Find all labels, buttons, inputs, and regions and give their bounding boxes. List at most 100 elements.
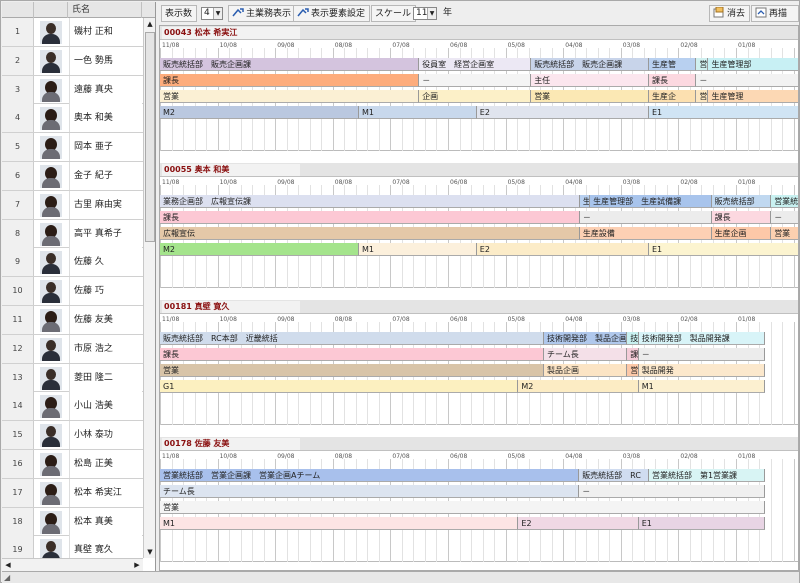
person-row[interactable]: 3 遠藤 真央 xyxy=(2,75,143,105)
display-settings-button[interactable]: 表示要素設定 xyxy=(293,5,371,22)
timeline-segment[interactable]: M2 xyxy=(160,106,360,119)
timeline-segment[interactable]: M2 xyxy=(160,243,360,256)
block-title[interactable]: 00181 真壁 寛久 xyxy=(162,301,300,313)
timeline-segment[interactable]: 生産管理 xyxy=(708,90,798,103)
timeline-segment[interactable]: M2 xyxy=(518,380,639,393)
scroll-up-icon[interactable]: ▲ xyxy=(144,18,155,30)
person-row[interactable]: 7 古里 麻由実 xyxy=(2,190,143,220)
timeline-segment[interactable]: 課長 xyxy=(160,74,420,87)
timeline-segment[interactable]: 販売統括部 販売企画課 xyxy=(531,58,649,71)
person-name: 佐藤 友美 xyxy=(69,305,142,334)
horizontal-scrollbar[interactable]: ◀ ▶ xyxy=(2,558,143,571)
person-row[interactable]: 5 岡本 亜子 xyxy=(2,133,143,162)
timeline-segment[interactable]: 課長 xyxy=(648,74,697,87)
timeline-segment[interactable]: － xyxy=(579,485,765,498)
timeline-segment[interactable]: 販売統括部 RC本部 近畿統括 xyxy=(160,332,544,345)
display-count-select[interactable]: 4 ▼ xyxy=(201,7,223,20)
person-row[interactable]: 14 小山 浩美 xyxy=(2,392,143,422)
timeline-segment[interactable]: E1 xyxy=(648,106,798,119)
person-row[interactable]: 13 菱田 隆二 xyxy=(2,363,143,393)
timeline-segment[interactable]: 生産企 xyxy=(648,90,697,103)
person-row[interactable]: 9 佐藤 久 xyxy=(2,248,143,278)
person-row[interactable]: 12 市原 浩之 xyxy=(2,334,143,364)
timeline-segment[interactable]: 生産管 xyxy=(648,58,697,71)
timeline-segment[interactable]: 課 xyxy=(627,348,639,361)
timeline-segment[interactable]: 営 xyxy=(627,364,639,377)
timeline-segment[interactable]: 生産企画 xyxy=(711,227,772,240)
scroll-left-icon[interactable]: ◀ xyxy=(2,559,14,571)
timeline-segment[interactable]: － xyxy=(579,211,712,224)
person-row[interactable]: 18 松本 真美 xyxy=(2,507,143,537)
timeline-segment[interactable]: 営業 xyxy=(160,90,420,103)
person-row[interactable]: 4 奥本 和美 xyxy=(2,104,143,134)
person-row[interactable]: 11 佐藤 友美 xyxy=(2,305,143,335)
person-row[interactable]: 1 磯村 正和 xyxy=(2,18,143,47)
timeline-segment[interactable]: 営業統括部 第1営業課 xyxy=(648,469,765,482)
timeline-segment[interactable]: 販売統括部 販売企画課 xyxy=(160,58,420,71)
scroll-thumb[interactable] xyxy=(145,32,155,242)
timeline-segment[interactable]: 生産設備 xyxy=(579,227,712,240)
timeline-segment[interactable]: E2 xyxy=(476,243,649,256)
block-title[interactable]: 00055 奥本 和美 xyxy=(162,164,300,176)
person-row[interactable]: 17 松本 希実江 xyxy=(2,478,143,508)
person-row[interactable]: 15 小林 泰功 xyxy=(2,421,143,450)
block-title[interactable]: 00178 佐藤 友美 xyxy=(162,438,300,450)
person-row[interactable]: 16 松島 正美 xyxy=(2,449,143,479)
timeline-segment[interactable]: 営業 xyxy=(531,90,649,103)
clear-button[interactable]: 消去 xyxy=(709,5,751,22)
timeline-segment[interactable]: 製品企画 xyxy=(544,364,628,377)
timeline-segment[interactable]: 業務企画部 広報宣伝課 xyxy=(160,195,580,208)
main-duty-button[interactable]: 主業務表示 xyxy=(228,5,297,22)
block-title[interactable]: 00043 松本 希実江 xyxy=(162,27,300,39)
timeline-segment[interactable]: 技 xyxy=(627,332,639,345)
timeline-segment[interactable]: E2 xyxy=(518,517,639,530)
timeline-segment[interactable]: 課長 xyxy=(160,348,544,361)
timeline-segment[interactable]: E1 xyxy=(638,517,765,530)
timeline-segment[interactable]: － xyxy=(419,74,532,87)
timeline-segment[interactable]: 技術開発部 製品開発課 xyxy=(638,332,765,345)
timeline-segment[interactable]: 企画 xyxy=(419,90,532,103)
timeline-segment[interactable]: 役員室 経営企画室 xyxy=(419,58,532,71)
timeline-segment[interactable]: 課長 xyxy=(711,211,772,224)
timeline-segment[interactable]: 製品開発 xyxy=(638,364,765,377)
timeline-segment[interactable]: チーム長 xyxy=(544,348,628,361)
timeline-segment[interactable]: 生産管理部 xyxy=(708,58,798,71)
timeline-segment[interactable]: － xyxy=(696,74,798,87)
vertical-scrollbar[interactable]: ▲ ▼ xyxy=(143,18,155,558)
timeline-segment[interactable]: 広報宣伝 xyxy=(160,227,580,240)
person-row[interactable]: 10 佐藤 巧 xyxy=(2,277,143,306)
timeline-segment[interactable]: チーム長 xyxy=(160,485,580,498)
timeline-segment[interactable]: 営業 xyxy=(160,501,765,514)
timeline-segment[interactable]: M1 xyxy=(638,380,765,393)
timeline-segment[interactable]: M1 xyxy=(359,106,477,119)
timeline-segment[interactable]: G1 xyxy=(160,380,519,393)
timeline-segment[interactable]: 課長 xyxy=(160,211,580,224)
timeline-segment[interactable]: 営業 xyxy=(160,364,544,377)
person-row[interactable]: 6 金子 紀子 xyxy=(2,161,143,191)
timeline-segment[interactable]: 生 xyxy=(579,195,591,208)
scroll-down-icon[interactable]: ▼ xyxy=(144,546,155,558)
timeline-segment[interactable]: － xyxy=(771,211,798,224)
timeline-segment[interactable]: 営 xyxy=(696,58,709,71)
person-row[interactable]: 8 高平 真希子 xyxy=(2,219,143,249)
person-row[interactable]: 2 一色 勢馬 xyxy=(2,46,143,76)
timeline-segment[interactable]: 営業統 xyxy=(771,195,798,208)
timeline-segment[interactable]: 販売統括部 xyxy=(711,195,772,208)
timeline-segment[interactable]: 主任 xyxy=(531,74,649,87)
timeline-segment[interactable]: 生産管理部 生産試備課 xyxy=(590,195,712,208)
scale-select[interactable]: 11 ▼ xyxy=(413,7,437,20)
timeline-segment[interactable]: E2 xyxy=(476,106,649,119)
timeline-segment[interactable]: M1 xyxy=(359,243,477,256)
timeline-segment[interactable]: 営業統括部 営業企画課 営業企画Aチーム xyxy=(160,469,580,482)
header-name-col[interactable]: 氏名 xyxy=(68,2,142,18)
timeline-segment[interactable]: 技術開発部 製品企画 xyxy=(544,332,628,345)
resize-grip-icon[interactable]: ◢ xyxy=(4,573,10,582)
redraw-button[interactable]: 再描画 xyxy=(751,5,799,36)
scroll-right-icon[interactable]: ▶ xyxy=(131,559,143,571)
timeline-segment[interactable]: 販売統括部 RC xyxy=(579,469,649,482)
timeline-segment[interactable]: 営業 xyxy=(771,227,798,240)
timeline-segment[interactable]: － xyxy=(638,348,765,361)
timeline-segment[interactable]: 営 xyxy=(696,90,709,103)
timeline-segment[interactable]: M1 xyxy=(160,517,519,530)
timeline-segment[interactable]: E1 xyxy=(648,243,798,256)
